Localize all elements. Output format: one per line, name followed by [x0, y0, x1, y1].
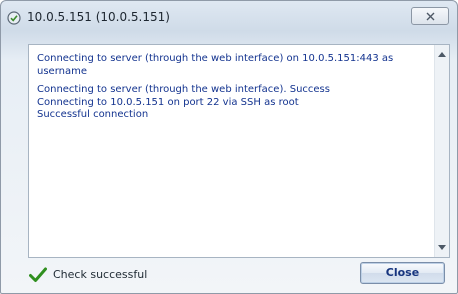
title-bar: 10.0.5.151 (10.0.5.151) — [1, 1, 457, 35]
app-icon — [7, 10, 21, 25]
vertical-scrollbar[interactable] — [434, 45, 449, 257]
log-line: Connecting to server (through the web in… — [37, 84, 330, 95]
status-message: Check successful — [53, 268, 148, 281]
window-title: 10.0.5.151 (10.0.5.151) — [27, 10, 170, 24]
close-button[interactable]: Close — [360, 262, 445, 284]
scroll-up-arrow-icon[interactable] — [438, 52, 446, 57]
log-textarea[interactable]: Connecting to server (through the web in… — [28, 44, 450, 258]
window-close-button[interactable] — [411, 7, 449, 25]
log-line: Connecting to 10.0.5.151 on port 22 via … — [37, 96, 299, 108]
connection-check-dialog: 10.0.5.151 (10.0.5.151) Connecting to se… — [0, 0, 458, 294]
green-checkmark-icon — [29, 267, 47, 283]
scroll-down-arrow-icon[interactable] — [438, 245, 446, 250]
log-line: Connecting to server (through the web in… — [37, 53, 394, 77]
close-icon — [426, 12, 435, 21]
log-text: Connecting to server (through the web in… — [37, 53, 429, 122]
log-line: Successful connection — [37, 109, 149, 120]
